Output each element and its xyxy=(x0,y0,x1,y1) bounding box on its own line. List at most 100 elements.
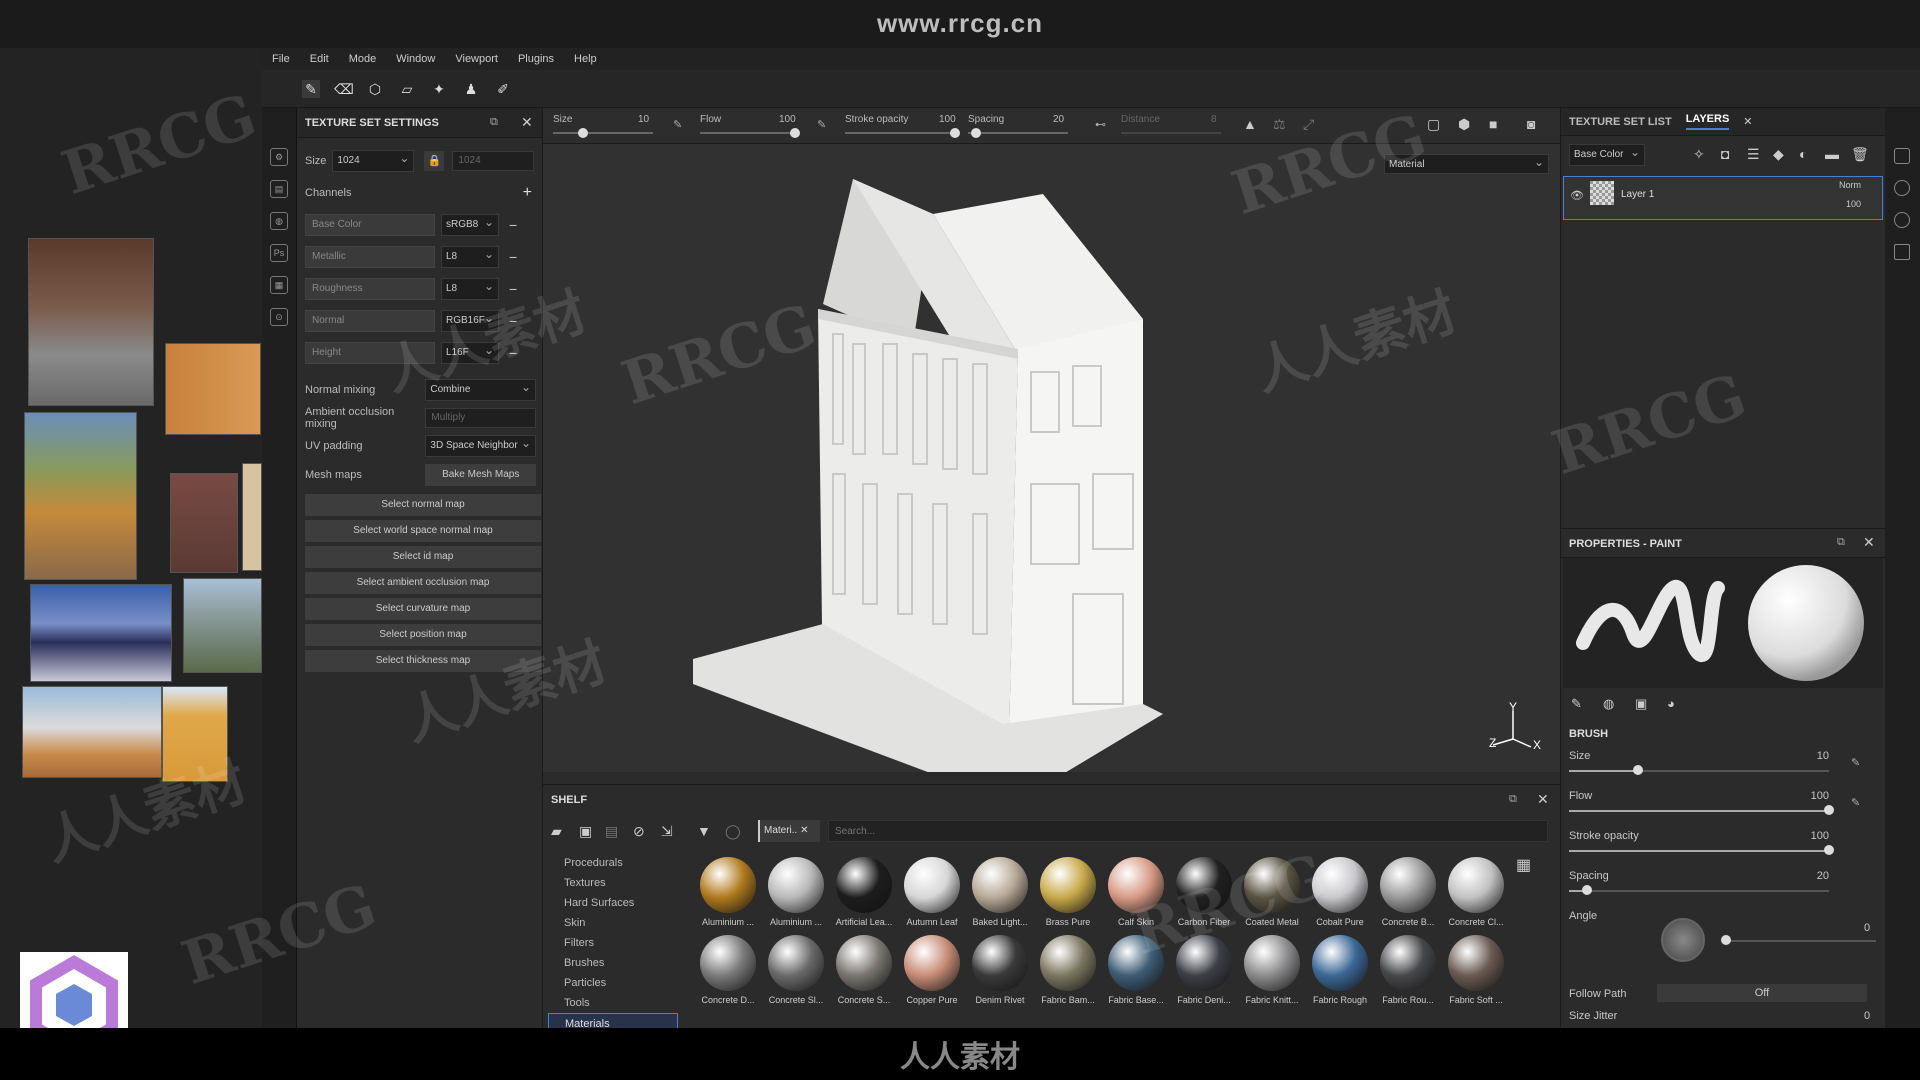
category-filters[interactable]: Filters xyxy=(548,933,678,953)
add-channel-icon[interactable]: + xyxy=(523,184,532,202)
shader-settings-icon[interactable]: ◍ xyxy=(270,212,288,230)
material-item[interactable]: Fabric Soft ... xyxy=(1443,935,1509,1005)
material-item[interactable]: Fabric Rou... xyxy=(1375,935,1441,1005)
size-height-field[interactable]: 1024 xyxy=(452,151,535,171)
remove-channel-icon[interactable]: − xyxy=(509,249,517,265)
close-icon[interactable]: ✕ xyxy=(1537,791,1549,808)
log-icon[interactable]: ▦ xyxy=(270,276,288,294)
bake-mesh-maps-button[interactable]: Bake Mesh Maps xyxy=(425,464,536,486)
symmetry-icon[interactable]: ▲ xyxy=(1243,116,1257,132)
display-icon[interactable] xyxy=(1894,148,1910,164)
material-item[interactable]: Aluminium ... xyxy=(695,857,761,927)
undock-icon[interactable]: ⧉ xyxy=(1837,536,1845,549)
shelf-search-input[interactable] xyxy=(828,820,1548,842)
filter-icon[interactable]: ▼ xyxy=(697,823,711,839)
channel-roughness[interactable]: Roughness xyxy=(305,278,435,300)
delete-layer-icon[interactable]: 🗑 xyxy=(1851,146,1869,163)
polygon-fill-icon[interactable]: ▱ xyxy=(398,80,416,98)
channel-format-select[interactable]: L16F xyxy=(441,340,499,364)
material-item[interactable]: Brass Pure xyxy=(1035,857,1101,927)
menu-file[interactable]: File xyxy=(272,53,290,65)
menu-help[interactable]: Help xyxy=(574,53,597,65)
size-select[interactable]: 1024 xyxy=(332,148,415,172)
material-item[interactable]: Autumn Leaf xyxy=(899,857,965,927)
category-procedurals[interactable]: Procedurals xyxy=(548,853,678,873)
follow-path-toggle[interactable]: Off xyxy=(1657,984,1867,1002)
eraser-icon[interactable]: ⌫ xyxy=(334,80,354,98)
close-icon[interactable]: ✕ xyxy=(1743,115,1752,128)
material-item[interactable]: Concrete S... xyxy=(831,935,897,1005)
brush-flow-slider[interactable]: Flow 100 xyxy=(1569,790,1834,815)
menu-window[interactable]: Window xyxy=(396,53,435,65)
material-item[interactable]: Coated Metal xyxy=(1239,857,1305,927)
material-item[interactable]: Fabric Knitt... xyxy=(1239,935,1305,1005)
uv-padding-select[interactable]: 3D Space Neighbor xyxy=(425,433,536,457)
tab-layers[interactable]: LAYERS xyxy=(1685,113,1730,130)
new-folder-icon[interactable]: ▣ xyxy=(579,823,592,840)
close-icon[interactable]: ✕ xyxy=(521,114,533,131)
pressure-icon[interactable]: ✎ xyxy=(673,118,682,131)
select-position-map-button[interactable]: Select position map xyxy=(305,624,541,646)
clear-filter-icon[interactable]: ◯ xyxy=(725,823,741,840)
add-paint-layer-icon[interactable]: ◆ xyxy=(1773,146,1784,163)
category-tools[interactable]: Tools xyxy=(548,993,678,1013)
stencil-tab-icon[interactable]: ◕ xyxy=(1667,696,1675,711)
remove-channel-icon[interactable]: − xyxy=(509,313,517,329)
add-smart-material-icon[interactable]: ◐ xyxy=(1799,146,1807,162)
size-slider[interactable] xyxy=(553,132,653,134)
material-item[interactable]: Concrete D... xyxy=(695,935,761,1005)
angle-slider-handle[interactable] xyxy=(1721,935,1731,945)
texture-set-settings-icon[interactable] xyxy=(1894,180,1910,196)
category-skin[interactable]: Skin xyxy=(548,913,678,933)
material-item[interactable]: Concrete Cl... xyxy=(1443,857,1509,927)
material-item[interactable]: Aluminium ... xyxy=(763,857,829,927)
layer-opacity[interactable]: 100 xyxy=(1846,199,1861,209)
lazy-mouse-icon[interactable]: ⊷ xyxy=(1095,118,1106,131)
tab-texture-set-list[interactable]: TEXTURE SET LIST xyxy=(1569,116,1672,128)
color-picker-icon[interactable]: ✐ xyxy=(494,80,512,98)
add-mask-icon[interactable]: ◘ xyxy=(1721,146,1729,162)
material-item[interactable]: Cobalt Pure xyxy=(1307,857,1373,927)
material-item[interactable]: Fabric Bam... xyxy=(1035,935,1101,1005)
slider-handle[interactable] xyxy=(1632,765,1643,775)
material-item[interactable]: Fabric Deni... xyxy=(1171,935,1237,1005)
category-textures[interactable]: Textures xyxy=(548,873,678,893)
brush-spacing-slider[interactable]: Spacing 20 xyxy=(1569,870,1829,895)
size-slider-handle[interactable] xyxy=(578,128,588,138)
remove-channel-icon[interactable]: − xyxy=(509,345,517,361)
gear-icon[interactable]: ⚙ xyxy=(270,148,288,166)
slider-handle[interactable] xyxy=(1581,885,1592,895)
transform-icon[interactable]: ⤢ xyxy=(1303,116,1314,133)
view-2d-icon[interactable]: ▢ xyxy=(1427,116,1440,133)
menu-edit[interactable]: Edit xyxy=(310,53,329,65)
material-item[interactable]: Copper Pure xyxy=(899,935,965,1005)
folder-icon[interactable]: ▰ xyxy=(551,823,562,840)
category-particles[interactable]: Particles xyxy=(548,973,678,993)
add-fill-layer-icon[interactable]: ☰ xyxy=(1747,146,1760,163)
pressure-icon[interactable]: ✎ xyxy=(817,118,826,131)
projection-icon[interactable]: ⬡ xyxy=(366,80,384,98)
close-icon[interactable]: ✕ xyxy=(1863,534,1875,551)
slider-handle[interactable] xyxy=(1824,805,1834,815)
alpha-tab-icon[interactable]: ▣ xyxy=(1635,696,1647,712)
camera-icon[interactable]: ■ xyxy=(1489,116,1497,132)
brush-tab-icon[interactable]: ✎ xyxy=(1571,696,1582,712)
texture-set-icon[interactable]: ⊙ xyxy=(270,308,288,326)
brush-size-slider[interactable]: Size 10 xyxy=(1569,750,1829,775)
undock-icon[interactable]: ⧉ xyxy=(490,116,498,129)
material-item[interactable]: Concrete B... xyxy=(1375,857,1441,927)
layer-row[interactable]: 👁 Layer 1 Norm 100 xyxy=(1563,176,1883,220)
angle-slider[interactable] xyxy=(1726,940,1876,942)
channel-height[interactable]: Height xyxy=(305,342,435,364)
select-normal-map-button[interactable]: Select normal map xyxy=(305,494,541,516)
pressure-icon[interactable]: ✎ xyxy=(1851,796,1860,809)
clone-stamp-icon[interactable]: ♟ xyxy=(462,80,480,98)
brush-opacity-slider[interactable]: Stroke opacity 100 xyxy=(1569,830,1834,855)
pressure-icon[interactable]: ✎ xyxy=(1851,756,1860,769)
channel-metallic[interactable]: Metallic xyxy=(305,246,435,268)
screenshot-icon[interactable]: ◙ xyxy=(1527,116,1535,132)
undock-icon[interactable]: ⧉ xyxy=(1509,793,1517,806)
menu-plugins[interactable]: Plugins xyxy=(518,53,554,65)
spacing-slider[interactable] xyxy=(968,132,1068,134)
add-folder-icon[interactable]: ▬ xyxy=(1825,146,1839,162)
